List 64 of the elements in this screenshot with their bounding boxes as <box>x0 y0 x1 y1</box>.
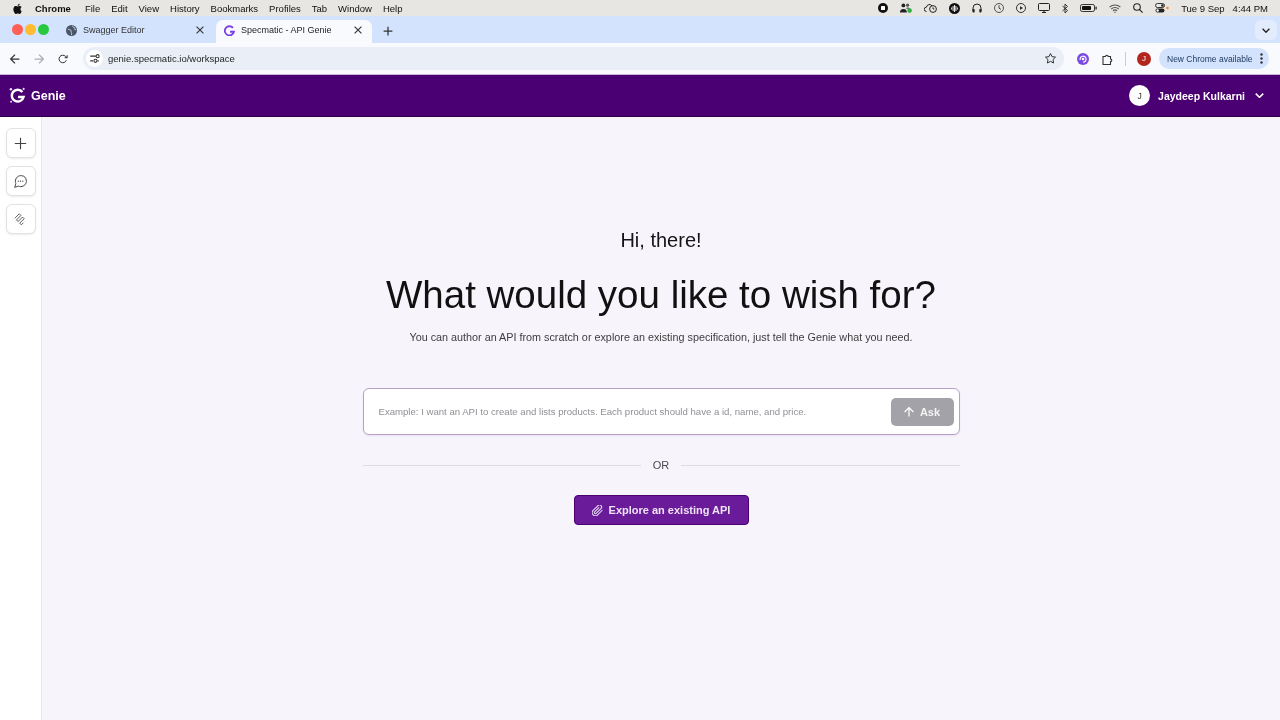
tune-icon[interactable] <box>86 50 103 67</box>
menu-item[interactable]: Help <box>382 2 403 14</box>
apple-icon[interactable] <box>13 2 22 14</box>
divider-label: OR <box>651 458 671 472</box>
plus-icon[interactable] <box>383 26 393 36</box>
menu-item[interactable]: Window <box>338 2 372 14</box>
people-icon[interactable] <box>900 3 913 13</box>
browser-tab[interactable]: Swagger Editor <box>58 20 214 43</box>
swirl-icon[interactable] <box>1077 52 1089 65</box>
cloud-icon[interactable] <box>924 3 938 13</box>
clock-icon[interactable] <box>994 3 1005 13</box>
control-center-icon[interactable] <box>1155 3 1170 13</box>
address-bar[interactable]: genie.specmatic.io/workspace <box>83 47 1064 70</box>
display-icon[interactable] <box>1038 3 1051 13</box>
menu-item[interactable]: Bookmarks <box>210 2 259 14</box>
update-button[interactable]: New Chrome available <box>1159 48 1269 69</box>
logo-icon[interactable] <box>9 87 26 104</box>
battery-icon[interactable] <box>1080 4 1098 12</box>
more-icon <box>1259 53 1263 64</box>
prompt-input[interactable]: Example: I want an API to create and lists products. Each product should have a id, name, and price. <box>378 401 885 422</box>
menu-item[interactable]: Profiles <box>269 2 301 14</box>
greeting: Hi, there! <box>620 228 702 252</box>
menu-item[interactable]: File <box>84 2 101 14</box>
close-icon[interactable] <box>196 26 204 34</box>
arrow-right-icon <box>34 53 44 64</box>
wifi-icon[interactable] <box>1109 3 1122 13</box>
menu-bar-date[interactable]: Tue 9 Sep <box>1181 2 1225 14</box>
tab-search-button[interactable] <box>1255 20 1277 40</box>
new-button[interactable] <box>5 128 36 158</box>
user-name[interactable]: Jaydeep Kulkarni <box>1158 89 1245 102</box>
paperclip-icon <box>591 504 603 516</box>
arrow-left-icon <box>10 53 20 64</box>
profile-avatar[interactable]: J <box>1137 51 1151 66</box>
headphones-icon[interactable] <box>972 3 983 13</box>
star-icon[interactable] <box>1045 53 1056 64</box>
plus-icon <box>14 136 27 150</box>
globe-icon <box>66 24 77 36</box>
browser-tab[interactable]: Specmatic - API Genie <box>216 20 372 43</box>
close-icon[interactable] <box>354 26 362 34</box>
arrow-up-icon <box>903 406 914 417</box>
menu-app-name[interactable]: Chrome <box>35 2 71 14</box>
heading: What would you like to wish for? <box>386 272 936 318</box>
menu-bar-time[interactable]: 4:44 PM <box>1232 2 1268 14</box>
logo-icon <box>224 24 235 36</box>
stop-icon[interactable] <box>878 3 889 13</box>
brand-name[interactable]: Genie <box>31 88 66 103</box>
play-icon[interactable] <box>1016 3 1027 13</box>
zigzag-icon <box>14 212 27 226</box>
menu-item[interactable]: Edit <box>111 2 128 14</box>
waveform-icon[interactable] <box>949 2 961 14</box>
menu-item[interactable]: Tab <box>311 2 328 14</box>
puzzle-icon[interactable] <box>1102 52 1114 65</box>
bluetooth-icon[interactable] <box>1062 2 1069 14</box>
chat-icon <box>14 174 27 188</box>
chats-button[interactable] <box>5 166 36 196</box>
chevron-down-icon <box>1262 27 1270 33</box>
search-icon[interactable] <box>1133 3 1144 13</box>
reload-icon <box>58 53 68 64</box>
user-avatar[interactable]: J <box>1129 85 1151 106</box>
explore-button[interactable]: Explore an existing API <box>573 495 749 525</box>
menu-item[interactable]: History <box>170 2 200 14</box>
subtitle: You can author an API from scratch or explore an existing specification, just tell the Genie what you need. <box>409 330 913 344</box>
chevron-down-icon[interactable] <box>1255 93 1264 98</box>
menu-item[interactable]: View <box>138 2 159 14</box>
